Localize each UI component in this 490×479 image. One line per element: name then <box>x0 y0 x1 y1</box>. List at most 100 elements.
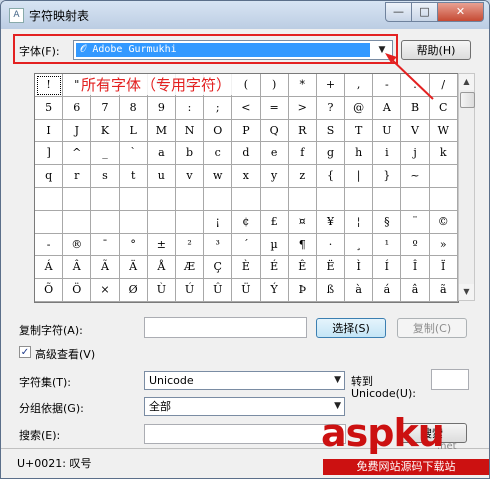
character-cell[interactable]: Ù <box>147 279 176 302</box>
character-cell[interactable]: á <box>373 279 402 302</box>
character-cell[interactable] <box>316 187 346 211</box>
character-cell[interactable]: { <box>316 165 346 188</box>
character-cell[interactable]: ` <box>119 142 148 166</box>
character-cell[interactable]: ? <box>316 96 346 120</box>
character-cell[interactable]: K <box>91 119 120 143</box>
character-cell[interactable]: ² <box>175 233 205 257</box>
copy-button[interactable]: 复制(C) <box>397 318 467 338</box>
character-cell[interactable]: ³ <box>204 233 233 257</box>
character-cell[interactable]: ¦ <box>345 210 374 234</box>
character-cell[interactable]: £ <box>260 210 289 234</box>
character-cell[interactable] <box>175 187 205 211</box>
character-cell[interactable]: Ê <box>288 256 317 280</box>
character-cell[interactable]: q <box>35 165 64 188</box>
character-cell[interactable]: ^ <box>63 142 92 166</box>
character-cell[interactable] <box>147 187 176 211</box>
select-button[interactable]: 选择(S) <box>316 318 386 338</box>
character-cell[interactable]: Ý <box>260 279 289 302</box>
character-cell[interactable]: * <box>288 74 317 97</box>
character-cell[interactable] <box>373 187 402 211</box>
character-cell[interactable] <box>119 187 148 211</box>
character-cell[interactable]: y <box>260 165 289 188</box>
character-cell[interactable]: » <box>429 233 458 257</box>
character-cell[interactable]: Õ <box>35 279 64 302</box>
character-cell[interactable]: Î <box>401 256 430 280</box>
character-cell[interactable]: b <box>175 142 205 166</box>
character-cell[interactable]: · <box>316 233 346 257</box>
character-cell[interactable]: Â <box>63 256 92 280</box>
character-cell[interactable]: g <box>316 142 346 166</box>
character-cell[interactable]: Ë <box>316 256 346 280</box>
chevron-down-icon[interactable]: ▼ <box>334 398 341 415</box>
character-cell[interactable]: s <box>91 165 120 188</box>
character-cell[interactable] <box>35 187 64 211</box>
character-cell[interactable]: Q <box>260 119 289 143</box>
character-cell[interactable]: L <box>119 119 148 143</box>
character-cell[interactable]: M <box>147 119 176 143</box>
maximize-button[interactable]: □ <box>411 2 438 22</box>
character-cell[interactable] <box>91 187 120 211</box>
character-cell[interactable]: ° <box>119 233 148 257</box>
character-cell[interactable]: 9 <box>147 96 176 120</box>
character-cell[interactable]: â <box>401 279 430 302</box>
character-cell[interactable]: Á <box>35 256 64 280</box>
character-cell[interactable]: i <box>373 142 402 166</box>
character-cell[interactable]: P <box>232 119 261 143</box>
character-cell[interactable]: J <box>63 119 92 143</box>
character-cell[interactable]: W <box>429 119 458 143</box>
character-cell[interactable]: / <box>429 74 458 97</box>
character-grid[interactable]: !"#$%&'()*+,-./56789:;<=>?@ABCIJKLMNOPQR… <box>34 73 459 303</box>
character-cell[interactable]: | <box>345 165 374 188</box>
character-cell[interactable]: w <box>204 165 233 188</box>
chevron-down-icon[interactable]: ▼ <box>334 372 341 389</box>
character-cell[interactable]: ® <box>63 233 92 257</box>
character-cell[interactable] <box>63 187 92 211</box>
character-cell[interactable]: Ú <box>175 279 205 302</box>
character-cell[interactable]: ¢ <box>232 210 261 234</box>
character-cell[interactable]: x <box>232 165 261 188</box>
character-cell[interactable]: U <box>373 119 402 143</box>
character-cell[interactable]: k <box>429 142 458 166</box>
character-cell[interactable]: : <box>175 96 205 120</box>
character-cell[interactable]: 7 <box>91 96 120 120</box>
character-cell[interactable]: 8 <box>119 96 148 120</box>
character-cell[interactable]: a <box>147 142 176 166</box>
advanced-view-label[interactable]: 高级查看(V) <box>35 346 95 362</box>
character-cell[interactable]: z <box>288 165 317 188</box>
character-cell[interactable]: Æ <box>175 256 205 280</box>
character-cell[interactable]: 6 <box>63 96 92 120</box>
character-cell[interactable]: _ <box>91 142 120 166</box>
character-cell[interactable]: ¡ <box>204 210 233 234</box>
character-cell[interactable] <box>91 210 120 234</box>
character-set-dropdown[interactable]: Unicode ▼ <box>144 371 345 390</box>
character-cell[interactable] <box>232 187 261 211</box>
character-cell[interactable]: Ø <box>119 279 148 302</box>
character-cell[interactable]: µ <box>260 233 289 257</box>
search-button[interactable]: 搜索 <box>397 423 467 443</box>
character-cell[interactable]: @ <box>345 96 374 120</box>
character-cell[interactable]: < <box>232 96 261 120</box>
character-cell[interactable]: O <box>204 119 233 143</box>
character-cell[interactable]: ¶ <box>288 233 317 257</box>
grid-scrollbar[interactable]: ▲ ▼ <box>458 73 475 301</box>
character-cell[interactable]: f <box>288 142 317 166</box>
character-cell[interactable]: ¥ <box>316 210 346 234</box>
character-cell[interactable]: v <box>175 165 205 188</box>
character-cell[interactable]: . <box>401 74 430 97</box>
character-cell[interactable] <box>35 210 64 234</box>
go-to-unicode-input[interactable] <box>431 369 469 390</box>
character-cell[interactable]: ¤ <box>288 210 317 234</box>
character-cell[interactable]: Û <box>204 279 233 302</box>
character-cell[interactable] <box>429 165 458 188</box>
character-cell[interactable]: ß <box>316 279 346 302</box>
character-cell[interactable]: 5 <box>35 96 64 120</box>
close-button[interactable]: ✕ <box>437 2 484 22</box>
scroll-thumb[interactable] <box>460 92 475 108</box>
character-cell[interactable]: } <box>373 165 402 188</box>
character-cell[interactable] <box>288 187 317 211</box>
character-cell[interactable] <box>147 210 176 234</box>
character-cell[interactable]: c <box>204 142 233 166</box>
character-cell[interactable]: + <box>316 74 346 97</box>
character-cell[interactable]: ~ <box>401 165 430 188</box>
character-cell[interactable]: j <box>401 142 430 166</box>
